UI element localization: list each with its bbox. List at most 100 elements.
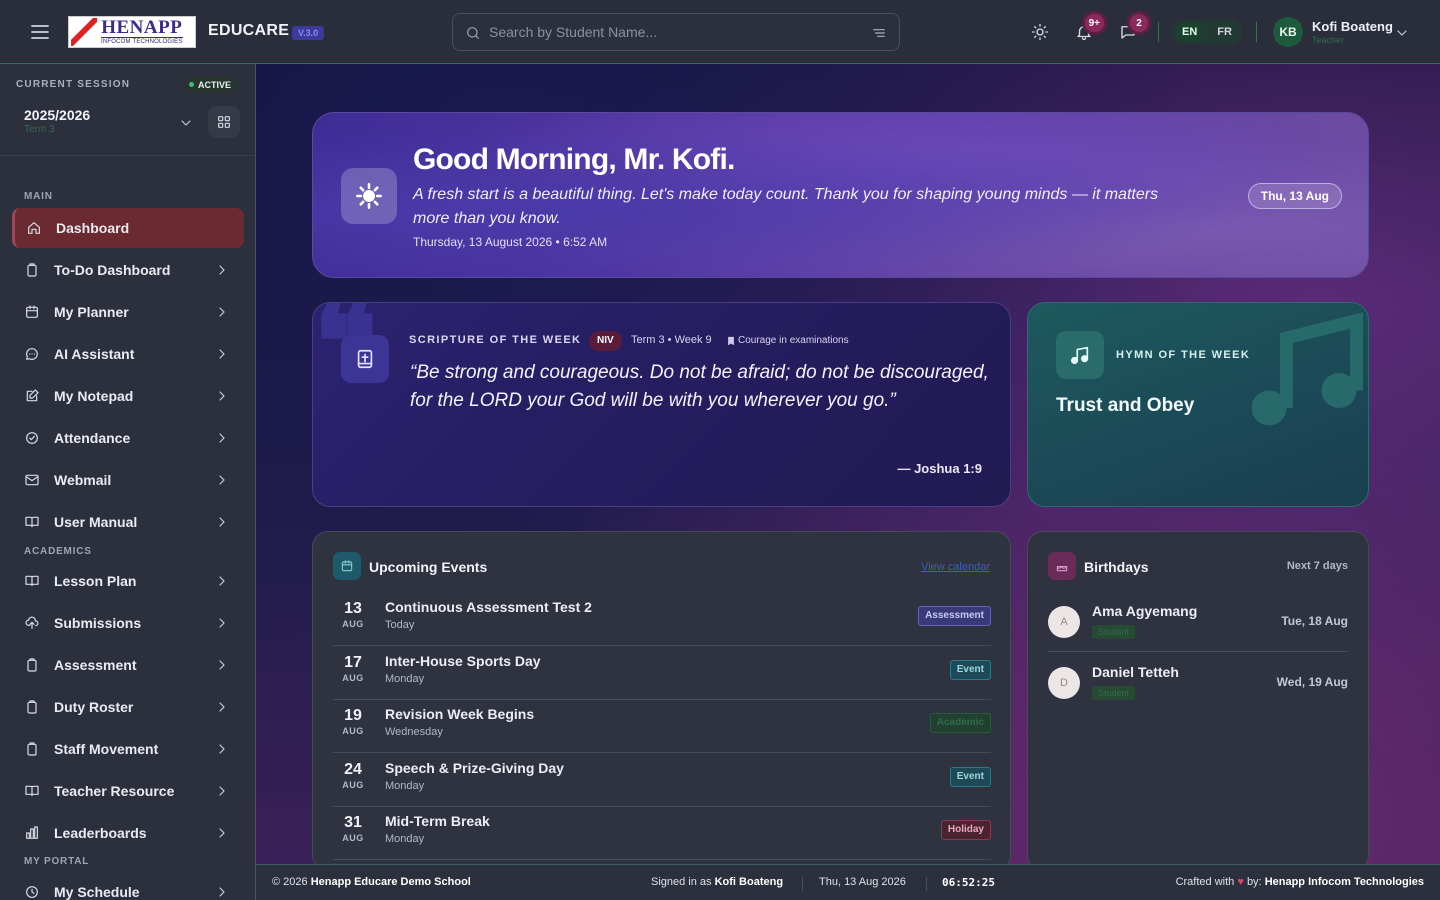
lang-fr-button[interactable]: FR: [1211, 23, 1238, 41]
birthday-row[interactable]: D Daniel Tetteh Student Wed, 19 Aug: [1048, 653, 1348, 713]
menu-icon[interactable]: [28, 20, 52, 44]
user-avatar[interactable]: KB: [1273, 17, 1303, 47]
session-year[interactable]: 2025/2026: [24, 107, 90, 123]
avatar: D: [1048, 667, 1080, 699]
event-tag: Event: [949, 660, 991, 680]
sidebar-item-label: Assessment: [54, 657, 137, 673]
scripture-label: SCRIPTURE OF THE WEEK: [409, 334, 582, 346]
header-divider: [1256, 22, 1257, 42]
sidebar-item-attendance[interactable]: Attendance: [12, 418, 244, 458]
scripture-verse: “Be strong and courageous. Do not be afr…: [410, 362, 989, 411]
sidebar-item-my-notepad[interactable]: My Notepad: [12, 376, 244, 416]
sidebar-item-submissions[interactable]: Submissions: [12, 603, 244, 643]
sidebar-item-leaderboards[interactable]: Leaderboards: [12, 813, 244, 853]
session-status-badge: ACTIVE: [184, 77, 238, 93]
music-note-icon: [1234, 303, 1368, 443]
scripture-term-week: Term 3 • Week 9: [631, 334, 712, 346]
sidebar-item-lesson-plan[interactable]: Lesson Plan: [12, 561, 244, 601]
filter-icon[interactable]: [871, 25, 887, 41]
music-note-icon: [1056, 331, 1104, 379]
messages-badge: 2: [1130, 14, 1148, 32]
event-tag: Academic: [929, 713, 991, 733]
upcoming-events-panel: Upcoming Events View calendar 13 AUG Con…: [312, 531, 1011, 871]
sidebar-item-staff-movement[interactable]: Staff Movement: [12, 729, 244, 769]
grid-button[interactable]: [208, 106, 240, 138]
theme-toggle-button[interactable]: [1028, 20, 1052, 44]
chevron-down-icon[interactable]: [1394, 25, 1410, 41]
sidebar-item-duty-roster[interactable]: Duty Roster: [12, 687, 244, 727]
lang-en-button[interactable]: EN: [1176, 23, 1204, 41]
event-row[interactable]: 31 AUG Mid-Term Break Monday Holiday: [333, 806, 991, 860]
sidebar-item-assessment[interactable]: Assessment: [12, 645, 244, 685]
birthday-row[interactable]: A Ama Agyemang Student Tue, 18 Aug: [1048, 592, 1348, 652]
sidebar-item-ai-assistant[interactable]: AI Assistant: [12, 334, 244, 374]
sidebar-item-my-schedule[interactable]: My Schedule: [12, 872, 244, 900]
sidebar-item-label: Attendance: [54, 430, 131, 446]
chevron-right-icon: [214, 388, 230, 404]
notifications-badge: 9+: [1084, 14, 1104, 32]
greeting-datetime: Thursday, 13 August 2026 • 6:52 AM: [413, 235, 608, 249]
sidebar-item-dashboard[interactable]: Dashboard: [12, 208, 244, 248]
sidebar-item-label: Duty Roster: [54, 699, 134, 715]
event-row[interactable]: 13 AUG Continuous Assessment Test 2 Toda…: [333, 592, 991, 646]
sidebar-item-teacher-resource[interactable]: Teacher Resource: [12, 771, 244, 811]
bible-icon: [341, 335, 389, 383]
sidebar-item-todo-dashboard[interactable]: To-Do Dashboard: [12, 250, 244, 290]
chevron-right-icon: [214, 699, 230, 715]
sidebar-item-label: My Planner: [54, 304, 129, 320]
footer-credits: Crafted with ♥ by: Henapp Infocom Techno…: [1176, 876, 1424, 888]
sidebar-item-my-planner[interactable]: My Planner: [12, 292, 244, 332]
grid-icon: [218, 116, 230, 128]
clipboard-icon: [24, 262, 40, 278]
sidebar-item-webmail[interactable]: Webmail: [12, 460, 244, 500]
view-calendar-link[interactable]: View calendar: [921, 561, 990, 573]
sidebar-item-user-manual[interactable]: User Manual: [12, 502, 244, 542]
event-row[interactable]: 19 AUG Revision Week Begins Wednesday Ac…: [333, 699, 991, 753]
chevron-right-icon: [214, 783, 230, 799]
user-name[interactable]: Kofi Boateng: [1312, 19, 1393, 34]
sidebar-item-label: Staff Movement: [54, 741, 159, 757]
event-day: 24: [344, 761, 362, 778]
heart-icon: ♥: [1237, 876, 1244, 888]
search-icon: [465, 25, 481, 41]
event-month: AUG: [342, 726, 364, 736]
birthday-role-badge: Student: [1092, 686, 1136, 700]
footer-signed-in: Signed in as Kofi Boateng: [651, 876, 783, 888]
chevron-down-icon[interactable]: [178, 115, 194, 131]
sidebar-item-label: Webmail: [54, 472, 112, 488]
event-month: AUG: [342, 619, 364, 629]
bible-version-badge: NIV: [589, 331, 622, 351]
copyright-year: © 2026: [272, 876, 308, 888]
scripture-reference: — Joshua 1:9: [897, 461, 982, 476]
school-name: Henapp Educare Demo School: [310, 876, 471, 888]
bar-chart-icon: [24, 825, 40, 841]
event-row[interactable]: 24 AUG Speech & Prize-Giving Day Monday …: [333, 753, 991, 807]
calendar-icon: [24, 304, 40, 320]
clipboard-icon: [24, 741, 40, 757]
birthday-name: Daniel Tetteh: [1092, 664, 1179, 680]
chat-icon: [24, 346, 40, 362]
cake-icon: [1048, 552, 1076, 580]
sidebar-item-label: Submissions: [54, 615, 142, 631]
section-my-portal: MY PORTAL: [24, 856, 90, 867]
sun-icon: [1031, 23, 1049, 41]
bookmark-icon: [726, 336, 736, 346]
clipboard-icon: [24, 699, 40, 715]
messages-button[interactable]: 2: [1116, 14, 1148, 44]
book-icon: [24, 514, 40, 530]
event-title: Revision Week Begins: [385, 706, 535, 722]
sidebar-item-label: Dashboard: [56, 220, 130, 236]
notifications-button[interactable]: 9+: [1072, 14, 1104, 44]
chevron-right-icon: [214, 615, 230, 631]
company-name: Henapp Infocom Technologies: [1264, 876, 1424, 888]
search-input[interactable]: [489, 14, 859, 50]
sidebar-item-label: AI Assistant: [54, 346, 135, 362]
event-title: Speech & Prize-Giving Day: [385, 760, 564, 776]
event-row[interactable]: 17 AUG Inter-House Sports Day Monday Eve…: [333, 646, 991, 700]
birthdays-panel: Birthdays Next 7 days A Ama Agyemang Stu…: [1027, 531, 1369, 871]
event-month: AUG: [342, 673, 364, 683]
company-logo[interactable]: HENAPP INFOCOM TECHNOLOGIES: [68, 16, 196, 48]
footer-divider: [926, 877, 927, 891]
events-title: Upcoming Events: [369, 559, 488, 575]
section-academics: ACADEMICS: [24, 546, 92, 557]
